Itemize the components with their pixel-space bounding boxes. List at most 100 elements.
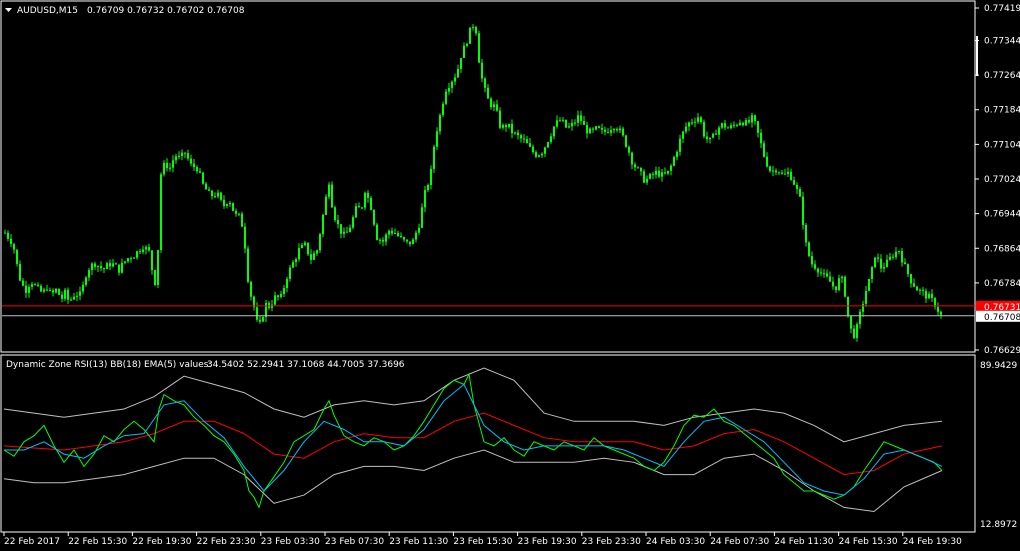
price-panel-frame [0, 0, 976, 353]
candle-body [22, 280, 24, 286]
candle-body [445, 91, 447, 104]
candle-body [70, 299, 72, 301]
candle-body [298, 248, 300, 260]
candle-body [700, 117, 702, 123]
candle-body [514, 132, 516, 134]
candle-body [460, 58, 462, 69]
candle-body [895, 251, 897, 258]
candle-body [706, 136, 708, 140]
candle-body [127, 258, 129, 262]
candle-body [391, 230, 393, 234]
candle-body [676, 151, 678, 158]
ohlc-values: 0.76709 0.76732 0.76702 0.76708 [87, 6, 245, 16]
price-panel[interactable]: AUDUSD,M15 0.76709 0.76732 0.76702 0.767… [0, 0, 1020, 356]
candle-body [262, 317, 264, 322]
candle-body [190, 158, 192, 164]
candle-body [118, 264, 120, 273]
candle-body [283, 288, 285, 295]
candle-body [49, 290, 51, 292]
candle-body [574, 122, 576, 124]
candle-body [553, 126, 555, 137]
candle-body [742, 122, 744, 126]
candle-body [757, 121, 759, 133]
candle-body [808, 242, 810, 257]
candle-body [736, 124, 738, 126]
candle-body [418, 227, 420, 233]
time-tick-label: 24 Feb 15:30 [839, 537, 898, 547]
candle-body [613, 129, 615, 131]
candle-body [853, 328, 855, 338]
time-tick-label: 24 Feb 03:30 [646, 537, 705, 547]
candle-body [427, 185, 429, 191]
candle-body [868, 279, 870, 291]
candle-body [406, 239, 408, 242]
time-tick-label: 23 Feb 23:30 [582, 537, 641, 547]
triangle-down-icon[interactable] [5, 8, 12, 12]
candle-body [79, 291, 81, 296]
candle-body [196, 167, 198, 172]
candle-body [331, 184, 333, 208]
price-tick-label: 0.77184 [984, 106, 1020, 116]
candle-body [322, 214, 324, 235]
candle-body [280, 294, 282, 297]
candle-body [478, 33, 480, 63]
candle-body [913, 283, 915, 287]
candle-body [517, 132, 519, 136]
candle-body [664, 172, 666, 174]
candle-body [796, 184, 798, 189]
candle-body [28, 286, 30, 293]
candle-body [40, 285, 42, 292]
candle-body [679, 138, 681, 152]
candle-body [142, 249, 144, 252]
candle-body [787, 171, 789, 174]
price-tick-label: 0.77264 [984, 71, 1020, 81]
indicator-panel[interactable]: Dynamic Zone RSI(13) BB(18) EMA(5) value… [0, 354, 1017, 533]
time-tick-label: 23 Feb 11:30 [389, 537, 448, 547]
candle-body [703, 122, 705, 137]
candle-body [829, 276, 831, 282]
candle-body [181, 152, 183, 156]
time-tick-label: 23 Feb 07:30 [325, 537, 384, 547]
candle-body [148, 247, 150, 251]
candle-body [793, 180, 795, 185]
candle-body [910, 274, 912, 284]
candle-body [109, 263, 111, 267]
candle-body [469, 27, 471, 44]
candle-body [85, 277, 87, 285]
candle-body [859, 311, 861, 325]
candle-body [844, 276, 846, 297]
candle-body [403, 236, 405, 240]
candle-body [832, 281, 834, 287]
scroll-marker[interactable] [976, 36, 978, 76]
candle-body [646, 178, 648, 183]
candle-body [214, 196, 216, 198]
candle-body [19, 263, 21, 281]
time-tick-label: 22 Feb 15:30 [68, 537, 127, 547]
candle-body [874, 257, 876, 268]
candle-body [256, 307, 258, 320]
candle-body [325, 196, 327, 215]
candle-body [877, 257, 879, 259]
candle-body [277, 295, 279, 297]
candle-body [682, 131, 684, 139]
candle-body [313, 253, 315, 260]
candle-body [940, 311, 942, 315]
candle-body [55, 288, 57, 293]
trading-chart[interactable]: AUDUSD,M15 0.76709 0.76732 0.76702 0.767… [0, 0, 1020, 551]
candle-body [595, 126, 597, 130]
candle-body [10, 238, 12, 245]
candle-body [160, 174, 162, 251]
candle-body [100, 265, 102, 269]
candle-body [448, 87, 450, 92]
candle-body [862, 303, 864, 312]
candle-body [133, 257, 135, 259]
candle-body [439, 115, 441, 132]
candle-body [430, 168, 432, 186]
time-tick-label: 24 Feb 19:30 [903, 537, 962, 547]
candle-body [361, 207, 363, 209]
candle-body [208, 189, 210, 191]
candle-body [139, 251, 141, 253]
time-tick-label: 22 Feb 23:30 [197, 537, 256, 547]
candle-body [502, 125, 504, 128]
candle-body [424, 190, 426, 208]
